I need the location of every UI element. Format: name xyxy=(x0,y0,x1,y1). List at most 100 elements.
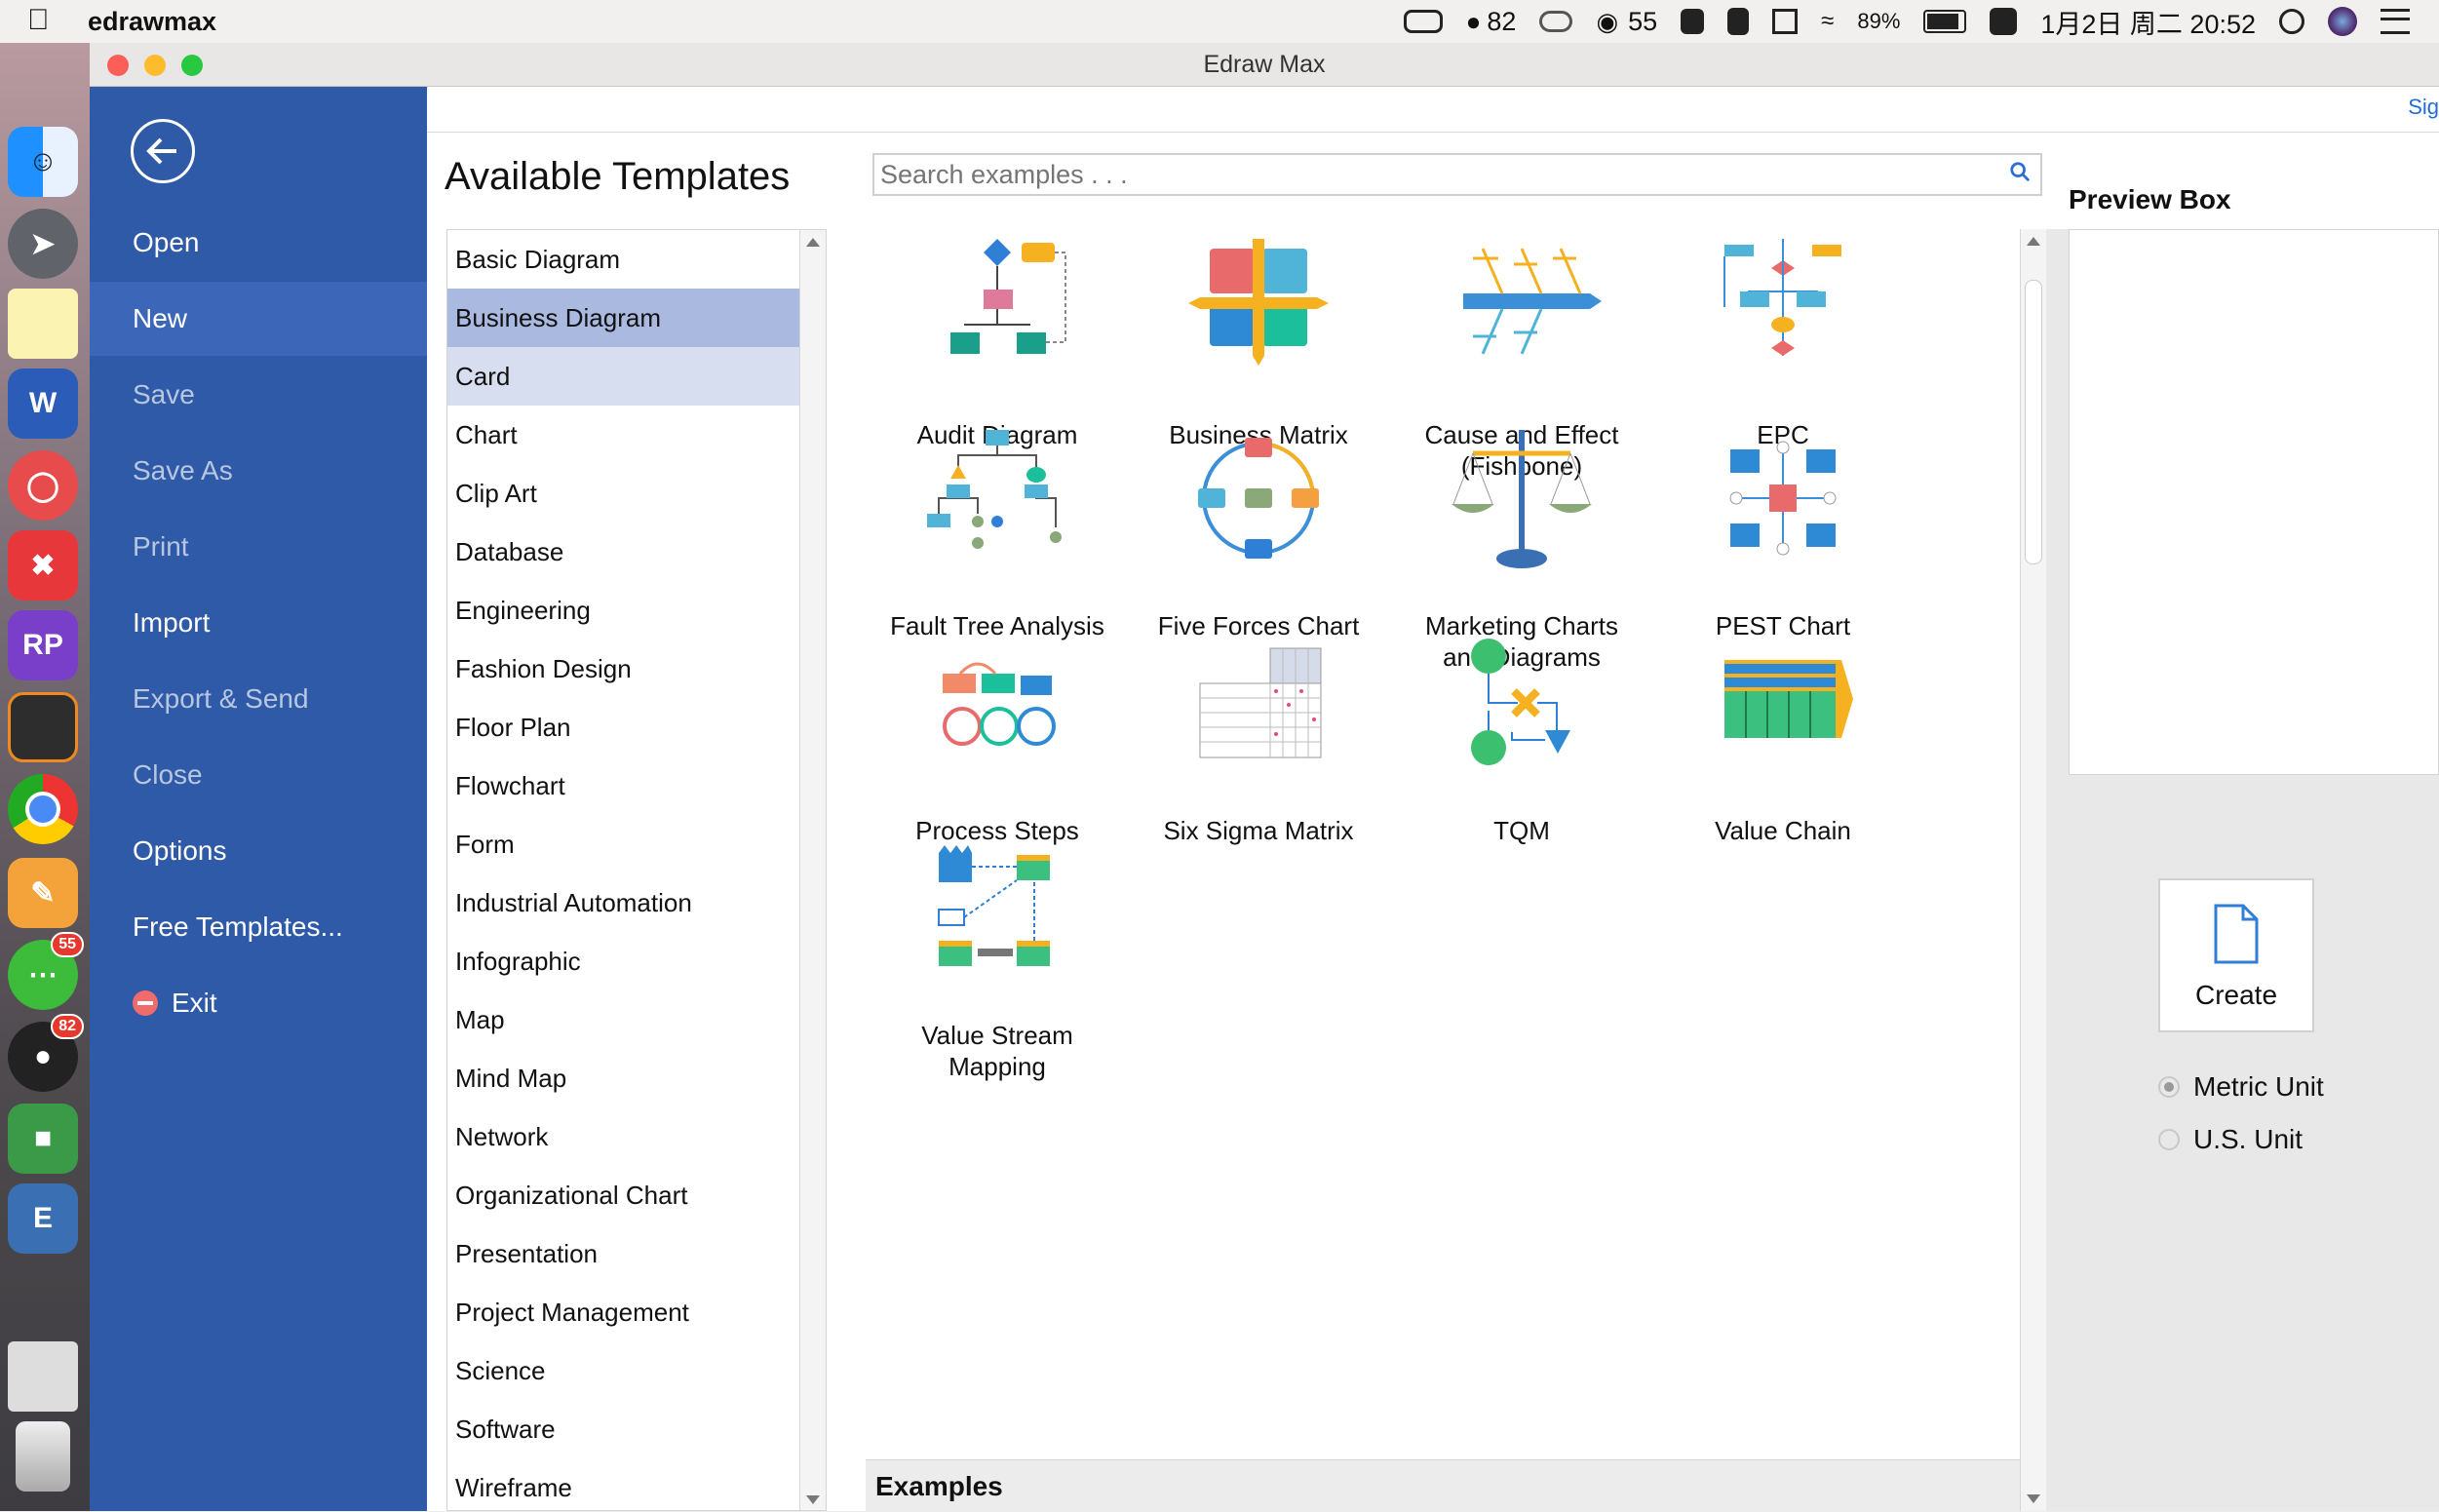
category-item[interactable]: Organizational Chart xyxy=(447,1166,826,1224)
search-input[interactable] xyxy=(874,155,1955,194)
evernote-dock-icon[interactable]: ■ xyxy=(8,1104,78,1174)
clock[interactable]: 1月2日 周二 20:52 xyxy=(2040,3,2256,41)
scroll-up-icon[interactable] xyxy=(806,238,820,247)
us-unit-label: U.S. Unit xyxy=(2193,1124,2304,1154)
pest-icon xyxy=(1729,441,1837,556)
category-item[interactable]: Database xyxy=(447,523,826,581)
screenshot-dock-icon[interactable] xyxy=(8,1341,78,1412)
category-scrollbar[interactable] xyxy=(799,230,826,1510)
template-scrollbar[interactable] xyxy=(2020,229,2046,1511)
category-item[interactable]: Infographic xyxy=(447,932,826,990)
qq-dock-icon[interactable]: ● 82 xyxy=(8,1014,84,1092)
wechat-icon[interactable]: ◉ xyxy=(1596,7,1618,37)
scroll-up-icon[interactable] xyxy=(2027,237,2040,246)
sidebar-item-exit[interactable]: Exit xyxy=(90,966,427,1040)
sidebar-item-options[interactable]: Options xyxy=(90,814,427,888)
category-item[interactable]: Wireframe xyxy=(447,1458,826,1510)
sidebar-item-free-templates[interactable]: Free Templates... xyxy=(90,890,427,964)
evernote-icon[interactable] xyxy=(1681,9,1705,34)
category-item[interactable]: Form xyxy=(447,815,826,873)
category-item[interactable]: Fashion Design xyxy=(447,640,826,698)
sublime-box-icon[interactable] xyxy=(8,692,78,762)
minimize-window-button[interactable] xyxy=(144,55,166,76)
template-tqm[interactable]: TQM xyxy=(1390,605,1653,846)
category-item[interactable]: Business Diagram xyxy=(447,289,826,347)
creative-cloud-icon[interactable] xyxy=(1539,11,1573,32)
siri-icon[interactable] xyxy=(2328,7,2357,36)
apple-menu-icon[interactable]:  xyxy=(27,4,50,37)
microphone-icon[interactable] xyxy=(1727,8,1750,35)
app-menu-name[interactable]: edrawmax xyxy=(88,7,216,37)
battery-icon[interactable] xyxy=(1923,10,1967,33)
template-label: Six Sigma Matrix xyxy=(1163,816,1354,845)
sidebar-item-export-send[interactable]: Export & Send xyxy=(90,662,427,736)
category-item[interactable]: Presentation xyxy=(447,1224,826,1283)
screen-icon[interactable] xyxy=(1403,10,1443,33)
trash-icon[interactable] xyxy=(16,1421,70,1492)
category-item[interactable]: Flowchart xyxy=(447,756,826,815)
xmind-icon[interactable]: ✖ xyxy=(8,530,78,601)
six-sigma-icon xyxy=(1199,647,1322,758)
menu-bar:  edrawmax ● 82 ◉ 55 ≈ 89% 1月2日 周二 20:52 xyxy=(0,0,2439,44)
category-item[interactable]: Basic Diagram xyxy=(447,230,826,289)
sidebar-item-save[interactable]: Save xyxy=(90,358,427,432)
radio-button[interactable] xyxy=(2158,1129,2180,1150)
process-steps-icon xyxy=(943,662,1056,746)
search-box xyxy=(872,153,2042,196)
spotlight-search-icon[interactable] xyxy=(2279,9,2304,34)
sidebar-item-close[interactable]: Close xyxy=(90,738,427,812)
message-app-icon[interactable]: ◯ xyxy=(8,450,78,521)
category-item[interactable]: Clip Art xyxy=(447,464,826,523)
close-window-button[interactable] xyxy=(107,55,129,76)
sidebar-item-import[interactable]: Import xyxy=(90,586,427,660)
finder-icon[interactable]: ☺ xyxy=(8,127,78,197)
file-menu-sidebar: Open New Save Save As Print Import Expor… xyxy=(90,87,427,1511)
epc-icon xyxy=(1723,239,1841,356)
scroll-down-icon[interactable] xyxy=(806,1495,820,1504)
radio-button[interactable] xyxy=(2158,1076,2180,1098)
category-item[interactable]: Floor Plan xyxy=(447,698,826,756)
qq-icon[interactable]: ● xyxy=(1466,7,1482,37)
create-button[interactable]: Create xyxy=(2158,878,2314,1032)
sidebar-item-save-as[interactable]: Save As xyxy=(90,434,427,508)
us-unit-option[interactable]: U.S. Unit xyxy=(2158,1124,2303,1155)
category-item[interactable]: Project Management xyxy=(447,1283,826,1341)
scroll-down-icon[interactable] xyxy=(2027,1494,2040,1503)
search-icon[interactable] xyxy=(2009,161,2031,182)
sign-in-link[interactable]: Sig xyxy=(2408,95,2439,120)
template-label-line1: Value Stream xyxy=(921,1021,1073,1050)
category-item[interactable]: Map xyxy=(447,990,826,1049)
template-value-stream-mapping[interactable]: Value Stream Mapping xyxy=(866,810,1129,1082)
sidebar-item-new[interactable]: New xyxy=(90,282,427,356)
wechat-dock-icon[interactable]: ⋯ 55 xyxy=(8,932,84,1010)
sogou-icon[interactable] xyxy=(1990,8,2018,35)
examples-header[interactable]: Examples xyxy=(866,1459,2020,1511)
sidebar-item-print[interactable]: Print xyxy=(90,510,427,584)
category-item[interactable]: Science xyxy=(447,1341,826,1400)
zoom-window-button[interactable] xyxy=(181,55,203,76)
input-method-icon[interactable] xyxy=(1772,9,1799,34)
category-item[interactable]: Mind Map xyxy=(447,1049,826,1107)
category-item[interactable]: Engineering xyxy=(447,581,826,640)
chrome-icon[interactable] xyxy=(8,774,78,844)
wechat-badge: 55 xyxy=(51,932,84,957)
category-item[interactable]: Card xyxy=(447,347,826,406)
metric-unit-option[interactable]: Metric Unit xyxy=(2158,1071,2324,1103)
axure-rp-icon[interactable]: RP xyxy=(8,610,78,680)
notification-center-icon[interactable] xyxy=(2381,9,2410,34)
scroll-thumb[interactable] xyxy=(2025,280,2042,564)
template-six-sigma-matrix[interactable]: Six Sigma Matrix xyxy=(1127,605,1390,846)
word-icon[interactable]: W xyxy=(8,368,78,439)
wifi-icon[interactable]: ≈ xyxy=(1821,8,1834,35)
pages-icon[interactable]: ✎ xyxy=(8,858,78,928)
category-item[interactable]: Software xyxy=(447,1400,826,1458)
category-item[interactable]: Chart xyxy=(447,406,826,464)
category-item[interactable]: Network xyxy=(447,1107,826,1166)
edraw-dock-icon[interactable]: E xyxy=(8,1183,78,1254)
sidebar-item-open[interactable]: Open xyxy=(90,206,427,280)
template-value-chain[interactable]: Value Chain xyxy=(1651,605,1915,846)
category-item[interactable]: Industrial Automation xyxy=(447,873,826,932)
notes-icon[interactable] xyxy=(8,289,78,359)
launchpad-icon[interactable]: ➤ xyxy=(8,209,78,279)
back-button[interactable] xyxy=(131,119,195,183)
